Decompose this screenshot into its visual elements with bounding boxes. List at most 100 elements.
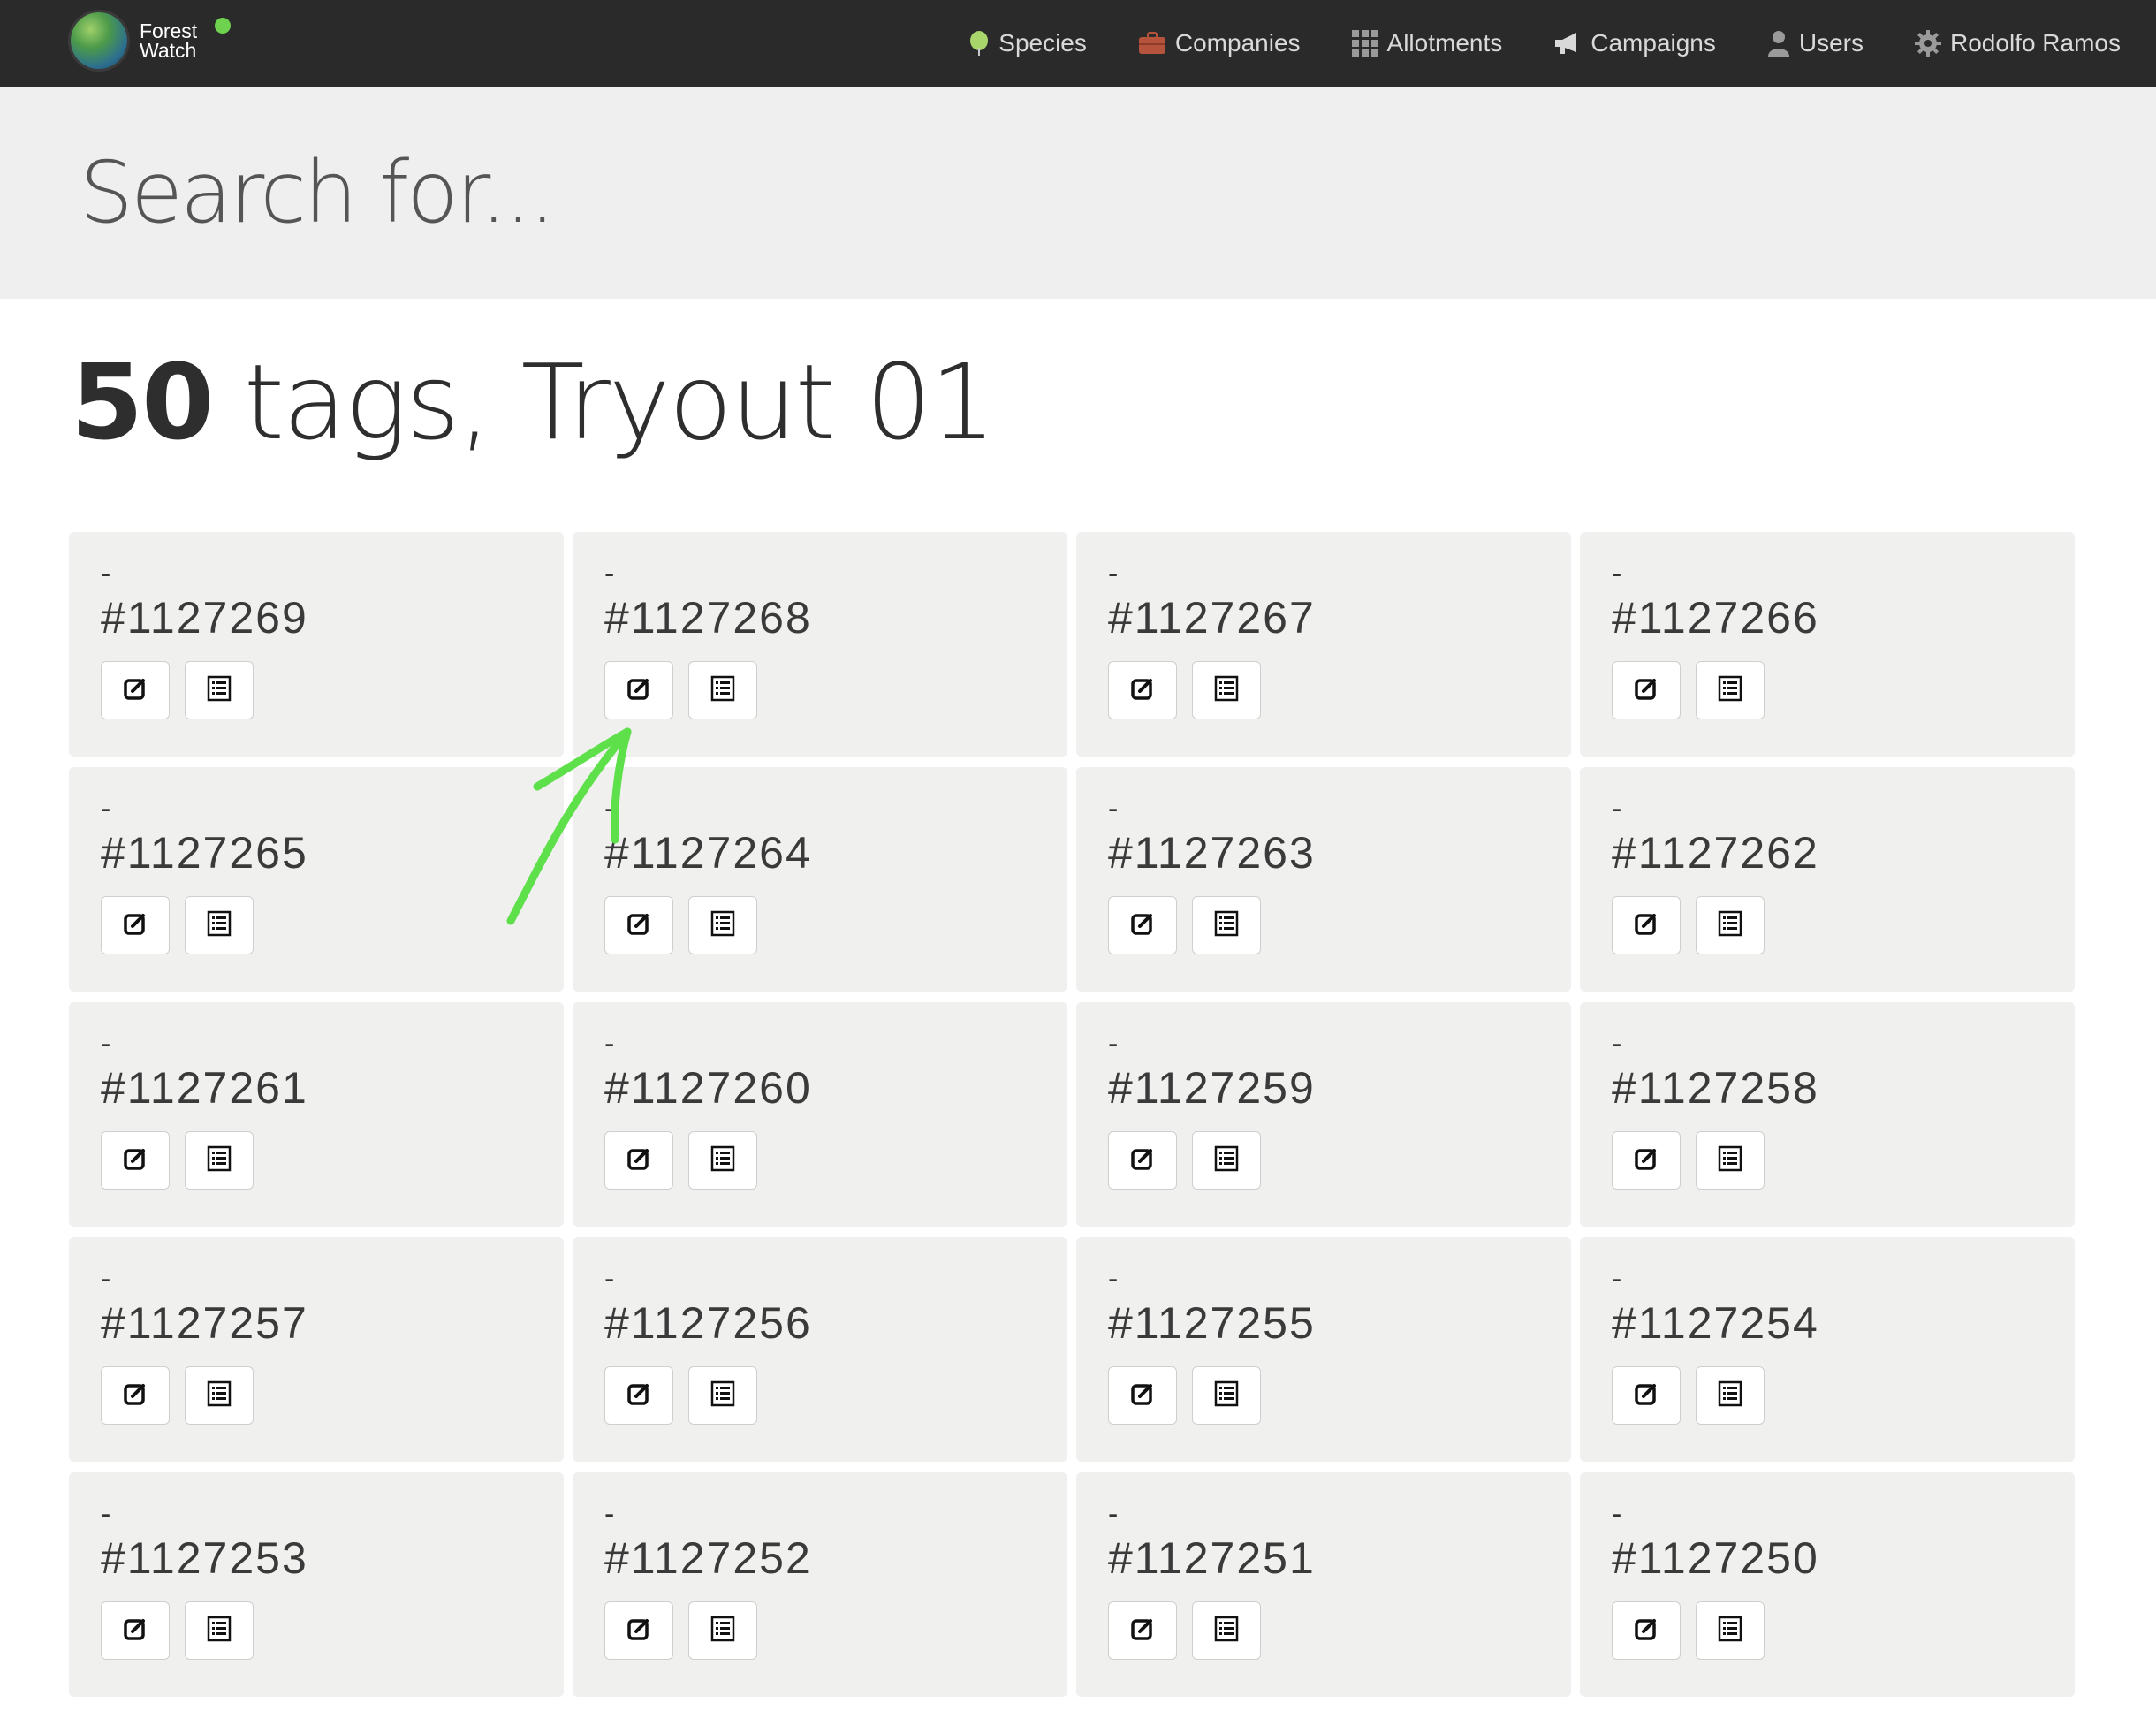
- nav-item-campaigns[interactable]: Campaigns: [1553, 29, 1716, 57]
- details-button[interactable]: [1696, 896, 1765, 954]
- tag-dash: -: [1612, 792, 1622, 825]
- tag-card: - #1127265: [69, 767, 564, 992]
- list-icon: [207, 1145, 232, 1176]
- tag-grid: - #1127269- #1127268- #1127267- #1127266- #11…: [69, 532, 2075, 1697]
- details-button[interactable]: [1192, 1366, 1261, 1425]
- tag-dash: -: [604, 557, 615, 590]
- tag-id: #1127257: [101, 1298, 308, 1348]
- details-button[interactable]: [1696, 661, 1765, 719]
- details-button[interactable]: [1696, 1601, 1765, 1660]
- tag-dash: -: [1108, 792, 1119, 825]
- logo-text: Forest Watch: [140, 21, 197, 62]
- details-button[interactable]: [185, 1131, 254, 1190]
- tag-card: - #1127259: [1076, 1002, 1571, 1227]
- tag-card: - #1127266: [1580, 532, 2075, 757]
- tag-id: #1127253: [101, 1533, 308, 1583]
- edit-button[interactable]: [1612, 896, 1681, 954]
- edit-button[interactable]: [604, 1366, 673, 1425]
- details-button[interactable]: [185, 661, 254, 719]
- list-icon: [710, 1616, 735, 1646]
- nav-item-allotments[interactable]: Allotments: [1351, 29, 1503, 57]
- edit-button[interactable]: [101, 1366, 170, 1425]
- list-icon: [1718, 910, 1742, 941]
- tag-dash: -: [1108, 1027, 1119, 1061]
- edit-button[interactable]: [1108, 896, 1177, 954]
- edit-button[interactable]: [1612, 1601, 1681, 1660]
- edit-button[interactable]: [1612, 661, 1681, 719]
- details-button[interactable]: [688, 896, 757, 954]
- nav-item-users[interactable]: Users: [1767, 29, 1864, 57]
- search-input[interactable]: [80, 140, 2023, 246]
- user-icon: [1767, 31, 1789, 57]
- edit-icon: [1129, 675, 1156, 706]
- details-button[interactable]: [185, 896, 254, 954]
- edit-button[interactable]: [604, 661, 673, 719]
- edit-button[interactable]: [101, 661, 170, 719]
- tag-id: #1127267: [1108, 593, 1316, 643]
- tag-id: #1127254: [1612, 1298, 1819, 1348]
- globe-logo-icon: [71, 12, 127, 69]
- details-button[interactable]: [1192, 1131, 1261, 1190]
- status-dot: [215, 18, 231, 34]
- edit-button[interactable]: [1108, 1131, 1177, 1190]
- edit-button[interactable]: [1612, 1366, 1681, 1425]
- list-icon: [207, 910, 232, 941]
- edit-button[interactable]: [101, 896, 170, 954]
- edit-icon: [122, 1380, 148, 1411]
- edit-icon: [1129, 1380, 1156, 1411]
- page-title: 50 tags, Tryout 01: [71, 345, 997, 460]
- list-icon: [207, 1616, 232, 1646]
- tag-dash: -: [1108, 557, 1119, 590]
- tree-icon: [970, 31, 989, 56]
- details-button[interactable]: [1192, 661, 1261, 719]
- tag-card: - #1127251: [1076, 1472, 1571, 1697]
- edit-icon: [1129, 910, 1156, 941]
- edit-button[interactable]: [1108, 1601, 1177, 1660]
- details-button[interactable]: [185, 1366, 254, 1425]
- details-button[interactable]: [688, 1601, 757, 1660]
- edit-button[interactable]: [1108, 661, 1177, 719]
- details-button[interactable]: [1696, 1131, 1765, 1190]
- grid-icon: [1351, 30, 1378, 57]
- details-button[interactable]: [688, 1131, 757, 1190]
- tag-dash: -: [101, 792, 111, 825]
- tag-card: - #1127267: [1076, 532, 1571, 757]
- tag-dash: -: [604, 1027, 615, 1061]
- edit-button[interactable]: [604, 1601, 673, 1660]
- nav-label-allotments: Allotments: [1386, 29, 1503, 57]
- main-nav: Species Companies Allotments Campaigns U…: [917, 0, 2121, 87]
- list-icon: [1214, 910, 1239, 941]
- edit-button[interactable]: [1612, 1131, 1681, 1190]
- tag-card: - #1127252: [573, 1472, 1067, 1697]
- logo-text-line2: Watch: [140, 39, 197, 62]
- tag-card: - #1127254: [1580, 1237, 2075, 1462]
- edit-icon: [1633, 675, 1659, 706]
- nav-item-species[interactable]: Species: [968, 29, 1087, 57]
- tag-id: #1127268: [604, 593, 812, 643]
- tag-dash: -: [1612, 557, 1622, 590]
- nav-item-user-settings[interactable]: Rodolfo Ramos: [1915, 29, 2121, 57]
- details-button[interactable]: [1192, 1601, 1261, 1660]
- list-icon: [1718, 1145, 1742, 1176]
- edit-button[interactable]: [1108, 1366, 1177, 1425]
- details-button[interactable]: [688, 661, 757, 719]
- tag-dash: -: [101, 1262, 111, 1296]
- briefcase-icon: [1138, 32, 1165, 54]
- edit-icon: [626, 1145, 652, 1176]
- list-icon: [207, 1380, 232, 1411]
- details-button[interactable]: [1192, 896, 1261, 954]
- tag-dash: -: [101, 1027, 111, 1061]
- nav-item-companies[interactable]: Companies: [1138, 29, 1301, 57]
- app-logo[interactable]: Forest Watch: [71, 12, 247, 74]
- tag-id: #1127266: [1612, 593, 1819, 643]
- edit-button[interactable]: [101, 1131, 170, 1190]
- details-button[interactable]: [1696, 1366, 1765, 1425]
- details-button[interactable]: [688, 1366, 757, 1425]
- details-button[interactable]: [185, 1601, 254, 1660]
- edit-button[interactable]: [604, 1131, 673, 1190]
- list-icon: [207, 675, 232, 706]
- nav-label-user: Rodolfo Ramos: [1950, 29, 2121, 57]
- edit-button[interactable]: [101, 1601, 170, 1660]
- tag-id: #1127252: [604, 1533, 812, 1583]
- list-icon: [710, 1380, 735, 1411]
